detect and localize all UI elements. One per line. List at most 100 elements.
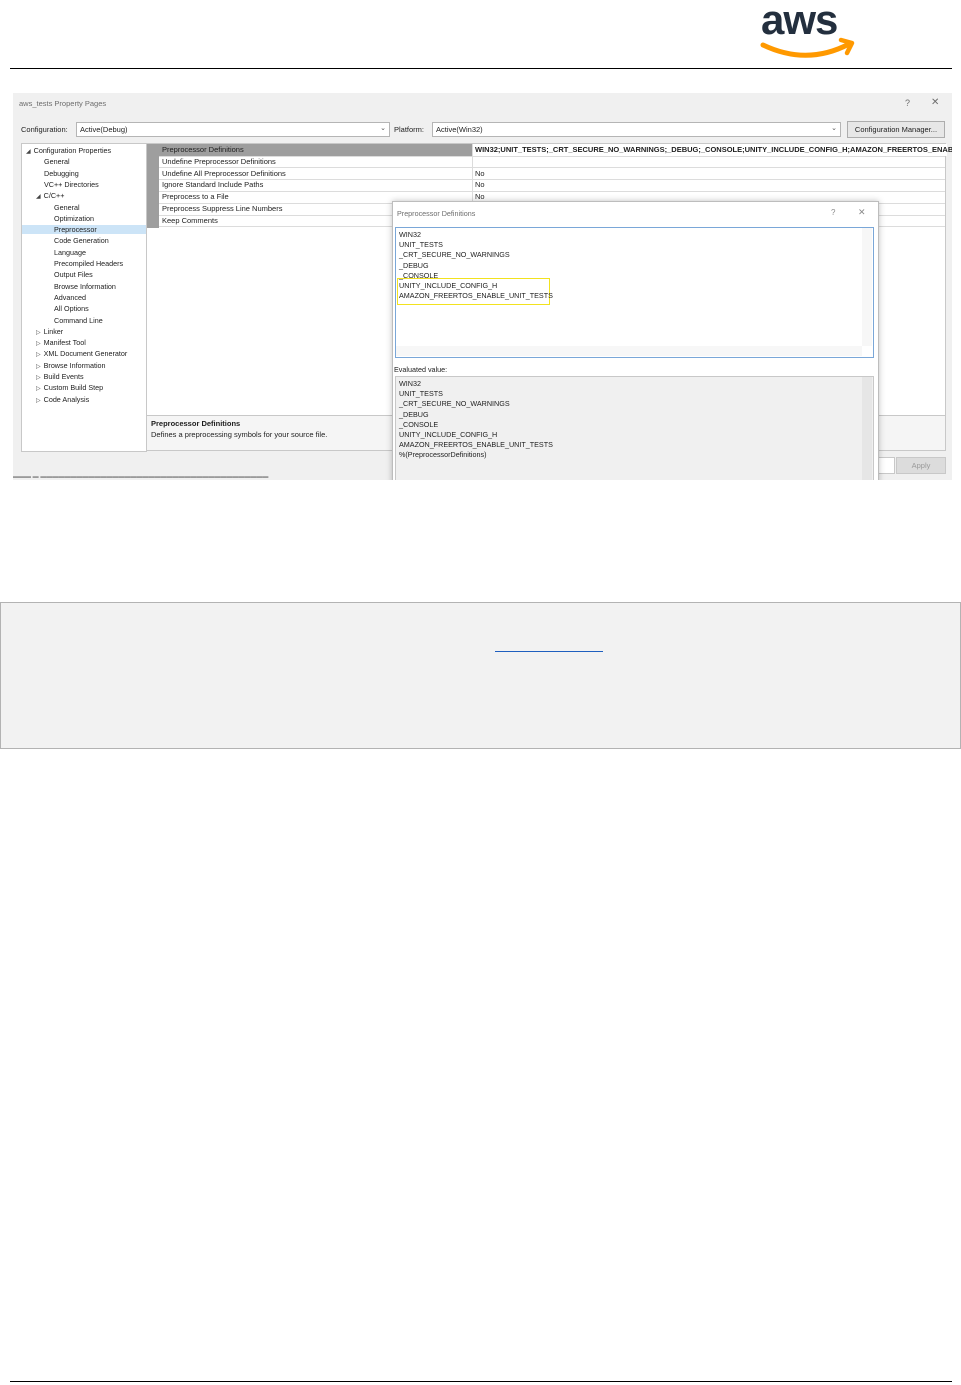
tree-item-label: XML Document Generator [43, 349, 128, 359]
grid-gutter [147, 144, 159, 228]
evaluated-vertical-scrollbar[interactable] [862, 377, 872, 480]
tree-item-label: Advanced [54, 292, 86, 302]
grid-row[interactable]: Preprocessor Definitions WIN32;UNIT_TESTS… [159, 144, 952, 157]
evaluated-line: UNITY_INCLUDE_CONFIG_H [399, 430, 498, 439]
tree-item-label: C/C++ [43, 191, 65, 201]
grid-row-name: Ignore Standard Include Paths [162, 180, 264, 190]
tree-item[interactable]: ▷ Manifest Tool [36, 338, 86, 347]
tree-item-label: Browse Information [43, 360, 106, 370]
help-icon[interactable]: ? [905, 98, 910, 108]
grid-row-value[interactable]: No [475, 192, 485, 201]
grid-row-value[interactable]: No [475, 180, 485, 189]
tree-item[interactable]: Language [54, 248, 86, 257]
definitions-horizontal-scrollbar[interactable] [396, 346, 862, 356]
evaluated-line: _CRT_SECURE_NO_WARNINGS [399, 399, 510, 409]
tree-item[interactable]: VC++ Directories [44, 180, 99, 189]
configuration-value: Active(Debug) [80, 125, 128, 134]
platform-value: Active(Win32) [436, 125, 483, 134]
tree-item-label: Language [54, 247, 86, 257]
tree-item[interactable]: Code Generation [54, 236, 109, 245]
description-text: Defines a preprocessing symbols for your… [151, 430, 328, 439]
tree-item[interactable]: ▷ Code Analysis [36, 395, 89, 404]
definition-line: AMAZON_FREERTOS_ENABLE_UNIT_TESTS [399, 291, 553, 301]
tree-item[interactable]: ▷ Browse Information [36, 361, 106, 370]
definitions-vertical-scrollbar[interactable] [862, 228, 872, 346]
grid-row-name: Preprocessor Definitions [162, 145, 244, 154]
tree-item[interactable]: Debugging [44, 169, 79, 178]
tree-item[interactable]: Precompiled Headers [54, 259, 123, 268]
tree-item[interactable]: ◢ C/C++ [36, 191, 64, 200]
tree-item-label: Configuration Properties [33, 146, 112, 155]
collapsed-arrow-icon[interactable]: ▷ [36, 386, 41, 392]
tree-item[interactable]: Optimization [54, 214, 94, 223]
expanded-arrow-icon[interactable]: ◢ [26, 149, 31, 155]
grid-column-separator [472, 155, 473, 168]
collapsed-arrow-icon[interactable]: ▷ [36, 364, 41, 370]
tree-item[interactable]: All Options [54, 304, 89, 313]
platform-select[interactable]: Active(Win32) ⌄ [432, 122, 841, 137]
tree-item-label: Code Generation [54, 236, 109, 246]
configuration-manager-button[interactable]: Configuration Manager... [847, 121, 945, 138]
collapsed-arrow-icon[interactable]: ▷ [36, 352, 41, 358]
tree-item[interactable]: Command Line [54, 316, 103, 325]
tree-item[interactable]: Preprocessor [22, 225, 146, 235]
grid-row-name: Undefine Preprocessor Definitions [162, 156, 276, 166]
tree-item[interactable]: ▷ Custom Build Step [36, 383, 103, 392]
grid-row-value[interactable]: No [475, 169, 485, 178]
grid-column-separator [472, 179, 473, 192]
chevron-down-icon: ⌄ [831, 125, 837, 132]
evaluated-line: _CONSOLE [399, 419, 439, 429]
grid-row-name: Undefine All Preprocessor Definitions [162, 168, 286, 178]
tree-item[interactable]: Browse Information [54, 282, 116, 291]
expanded-arrow-icon[interactable]: ◢ [36, 194, 41, 200]
evaluated-line: %(PreprocessorDefinitions) [399, 450, 487, 460]
preprocessor-definitions-dialog: Preprocessor Definitions ? ✕ WIN32 UNIT_T… [392, 201, 879, 480]
collapsed-arrow-icon[interactable]: ▷ [36, 398, 41, 404]
grid-row[interactable]: Undefine Preprocessor Definitions [159, 155, 945, 169]
tree-item[interactable]: ◢ Configuration Properties [26, 146, 111, 155]
collapsed-arrow-icon[interactable]: ▷ [36, 330, 41, 336]
dialog-close-icon[interactable]: ✕ [858, 207, 866, 218]
tree-item[interactable]: Output Files [54, 270, 93, 279]
tree-item-label: Code Analysis [43, 394, 90, 404]
tree-item-label: General [44, 157, 70, 167]
grid-row[interactable]: Ignore Standard Include Paths No [159, 179, 945, 192]
tree-item-label: All Options [54, 304, 89, 314]
grid-row-name: Keep Comments [162, 215, 218, 225]
tree-item[interactable]: General [44, 157, 70, 166]
evaluated-line: _DEBUG [399, 409, 429, 419]
tree-item-label: Debugging [44, 168, 79, 178]
definition-line: _CRT_SECURE_NO_WARNINGS [399, 250, 510, 260]
tree-item[interactable]: ▷ Linker [36, 327, 63, 336]
tree-item-label: Build Events [43, 372, 84, 381]
configuration-select[interactable]: Active(Debug) ⌄ [76, 122, 390, 137]
tree-item-label: Linker [43, 326, 64, 336]
tree-item-label: Custom Build Step [43, 383, 104, 393]
background-code-strip: ▬▬▬ ▬ ▬▬▬▬▬▬▬▬▬▬▬▬▬▬▬▬▬▬▬▬▬▬▬▬▬▬▬▬▬▬▬▬▬▬… [13, 474, 269, 480]
tree-item[interactable]: General [54, 203, 80, 212]
collapsed-arrow-icon[interactable]: ▷ [36, 375, 41, 381]
svg-text:aws: aws [761, 0, 837, 43]
tree-item[interactable]: ▷ XML Document Generator [36, 349, 127, 358]
note-link-underline[interactable] [495, 651, 603, 652]
close-icon[interactable]: ✕ [931, 97, 939, 108]
description-title: Preprocessor Definitions [151, 419, 241, 428]
definition-line: UNIT_TESTS [399, 240, 443, 250]
tree-item[interactable]: Advanced [54, 293, 86, 302]
tree-item-label: Command Line [54, 315, 103, 325]
tree-item[interactable]: ▷ Build Events [36, 372, 84, 381]
apply-button[interactable]: Apply [896, 457, 946, 474]
dialog-help-icon[interactable]: ? [831, 208, 835, 217]
grid-row-value[interactable]: WIN32;UNIT_TESTS;_CRT_SECURE_NO_WARNINGS… [473, 144, 952, 156]
grid-row-name: Preprocess Suppress Line Numbers [162, 204, 283, 213]
evaluated-line: AMAZON_FREERTOS_ENABLE_UNIT_TESTS [399, 440, 553, 450]
evaluated-line: UNIT_TESTS [399, 389, 443, 399]
header-rule [10, 68, 952, 69]
evaluated-value-box: WIN32 UNIT_TESTS _CRT_SECURE_NO_WARNINGS _D… [395, 376, 874, 480]
tree-item-label: Precompiled Headers [54, 259, 124, 268]
definition-line: WIN32 [399, 230, 421, 239]
grid-row[interactable]: Undefine All Preprocessor Definitions No [159, 167, 945, 181]
tree-item-label: Browse Information [54, 281, 116, 291]
collapsed-arrow-icon[interactable]: ▷ [36, 341, 41, 347]
definitions-textbox[interactable]: WIN32 UNIT_TESTS _CRT_SECURE_NO_WARNINGS _D… [395, 227, 874, 358]
